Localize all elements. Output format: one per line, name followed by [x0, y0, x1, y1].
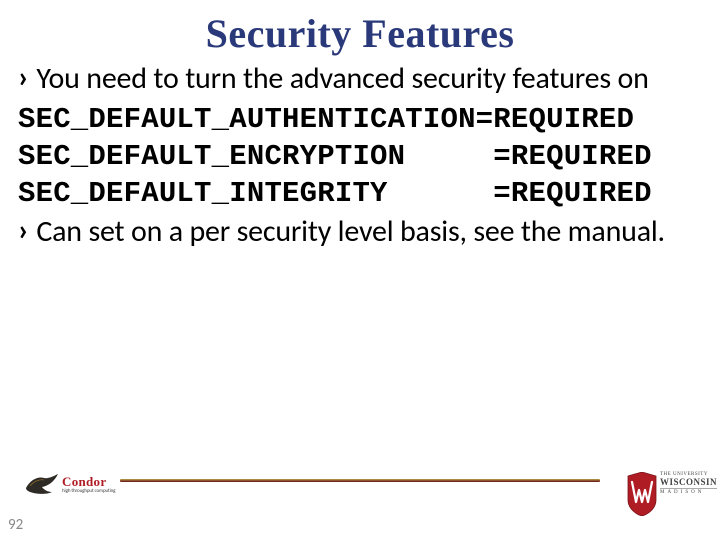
code-line: SEC_DEFAULT_INTEGRITY =REQUIRED [18, 175, 702, 212]
divider [120, 479, 600, 482]
university-line3: MADISON [660, 488, 717, 495]
slide: Security Features › You need to turn the… [0, 0, 720, 540]
bullet-text: You need to turn the advanced security f… [36, 63, 648, 95]
bullet-text: Can set on a per security level basis, s… [36, 216, 665, 248]
university-text: THE UNIVERSITY WISCONSIN MADISON [660, 472, 717, 495]
brand-subtitle: high throughput computing [62, 488, 115, 494]
eagle-icon [24, 472, 60, 498]
footer: Condor high throughput computing THE UNI… [0, 468, 720, 540]
bullet-item: › You need to turn the advanced security… [18, 63, 702, 95]
crest-icon [626, 472, 658, 516]
wisconsin-logo: THE UNIVERSITY WISCONSIN MADISON [626, 472, 696, 520]
condor-logo: Condor high throughput computing [24, 468, 124, 504]
bullet-item: › Can set on a per security level basis,… [18, 216, 702, 248]
code-line: SEC_DEFAULT_AUTHENTICATION=REQUIRED [18, 101, 702, 138]
chevron-right-icon: › [18, 63, 28, 93]
bullet-list: › You need to turn the advanced security… [18, 63, 702, 248]
page-number: 92 [8, 516, 23, 534]
slide-title: Security Features [18, 10, 702, 57]
code-line: SEC_DEFAULT_ENCRYPTION =REQUIRED [18, 138, 702, 175]
chevron-right-icon: › [18, 216, 28, 246]
code-block: SEC_DEFAULT_AUTHENTICATION=REQUIRED SEC_… [18, 101, 702, 212]
university-line2: WISCONSIN [660, 478, 717, 487]
